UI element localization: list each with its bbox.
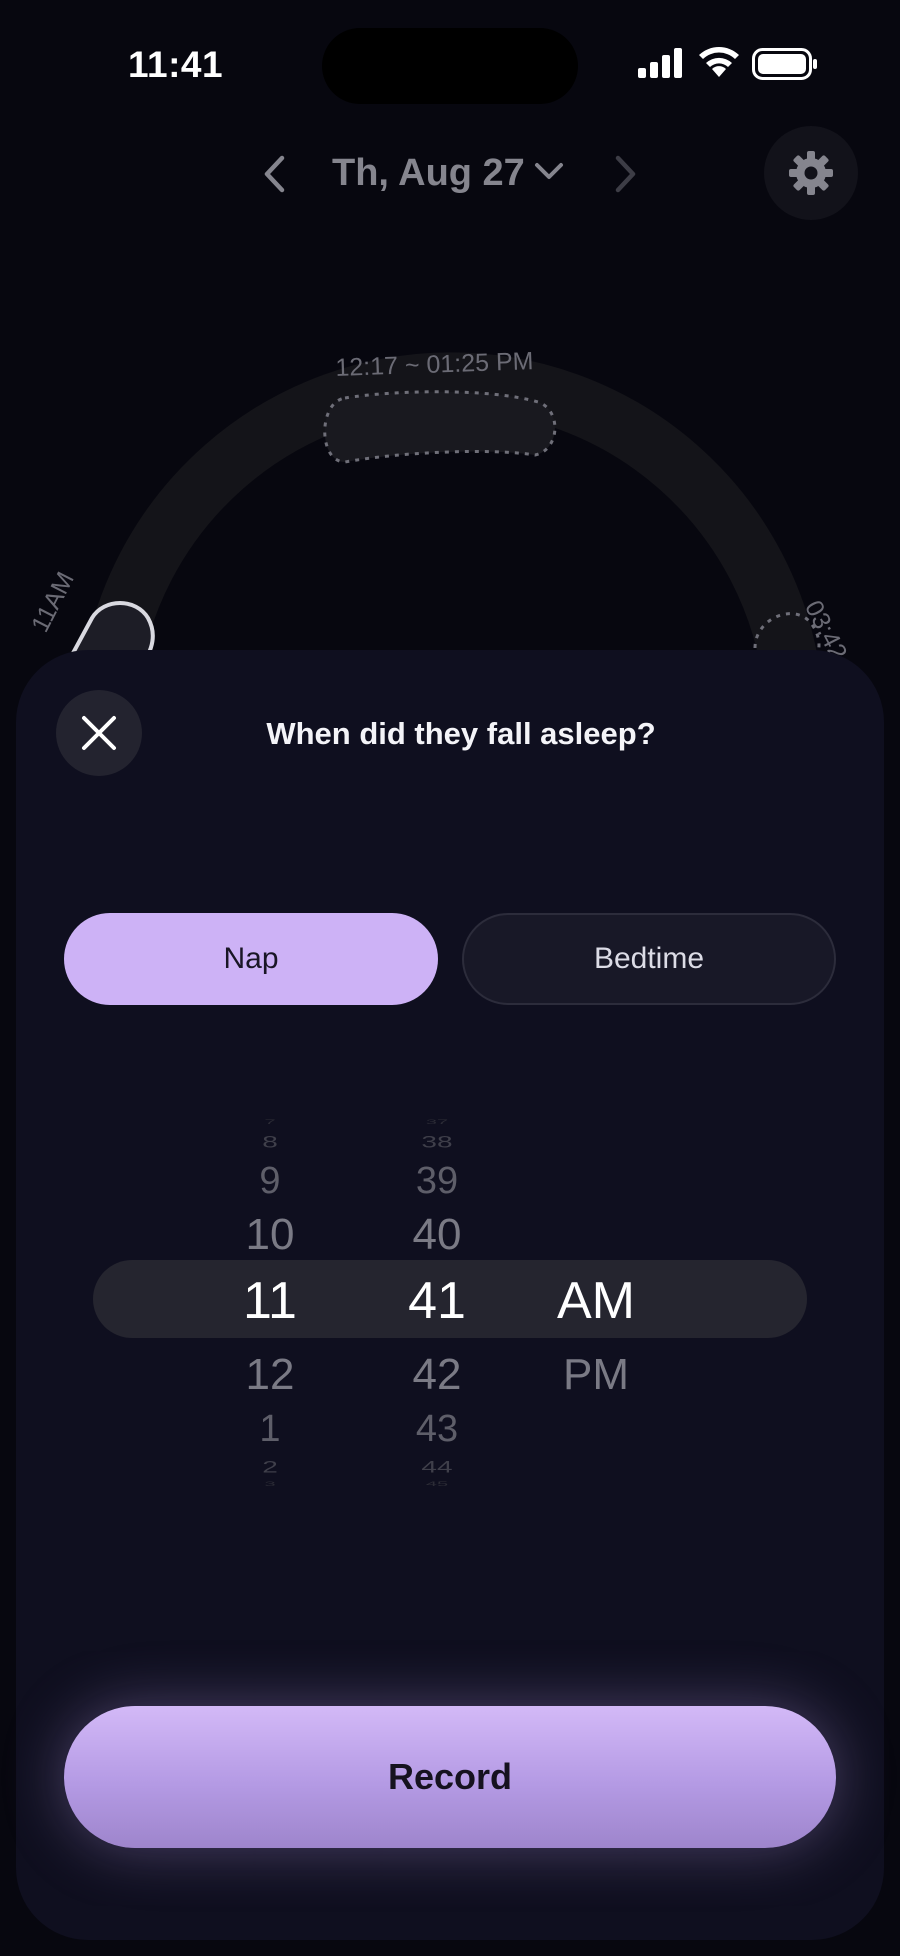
minute-option: 42: [412, 1350, 462, 1399]
close-button[interactable]: [56, 690, 142, 776]
hour-option: 3: [264, 1480, 276, 1488]
hour-wheel[interactable]: 7 8 9 10 11 12 1 2 3: [200, 1070, 340, 1500]
nap-segment-marker: [323, 390, 557, 464]
minute-option: 44: [421, 1457, 453, 1476]
hour-option: 9: [259, 1160, 281, 1202]
hour-option: 7: [264, 1118, 276, 1126]
fall-asleep-sheet: When did they fall asleep? Nap Bedtime 7…: [16, 650, 884, 1940]
sheet-title: When did they fall asleep?: [266, 716, 656, 751]
bedtime-type-button[interactable]: Bedtime: [462, 913, 836, 1005]
minute-wheel[interactable]: 37 38 39 40 41 42 43 44 45: [367, 1070, 507, 1500]
selected-hour: 11: [243, 1272, 297, 1330]
selected-minute: 41: [408, 1272, 466, 1330]
minute-option: 38: [421, 1132, 453, 1151]
hour-option: 8: [262, 1132, 278, 1151]
minute-option: 37: [425, 1118, 449, 1126]
close-icon: [82, 716, 116, 750]
selected-period: AM: [557, 1272, 635, 1330]
hour-option: 10: [245, 1210, 295, 1259]
record-button[interactable]: Record: [64, 1706, 836, 1848]
nap-type-button[interactable]: Nap: [64, 913, 438, 1005]
period-wheel[interactable]: AM PM: [526, 1070, 666, 1500]
minute-option: 40: [412, 1210, 462, 1259]
time-picker[interactable]: 7 8 9 10 11 12 1 2 3 37 38 39 40 41 42 4…: [16, 1070, 884, 1500]
hour-option: 12: [245, 1350, 295, 1399]
minute-option: 39: [415, 1160, 459, 1202]
hour-option: 1: [259, 1408, 281, 1450]
minute-option: 43: [415, 1408, 459, 1450]
hour-option: 2: [262, 1457, 278, 1476]
minute-option: 45: [425, 1480, 449, 1488]
period-option: PM: [563, 1350, 629, 1399]
